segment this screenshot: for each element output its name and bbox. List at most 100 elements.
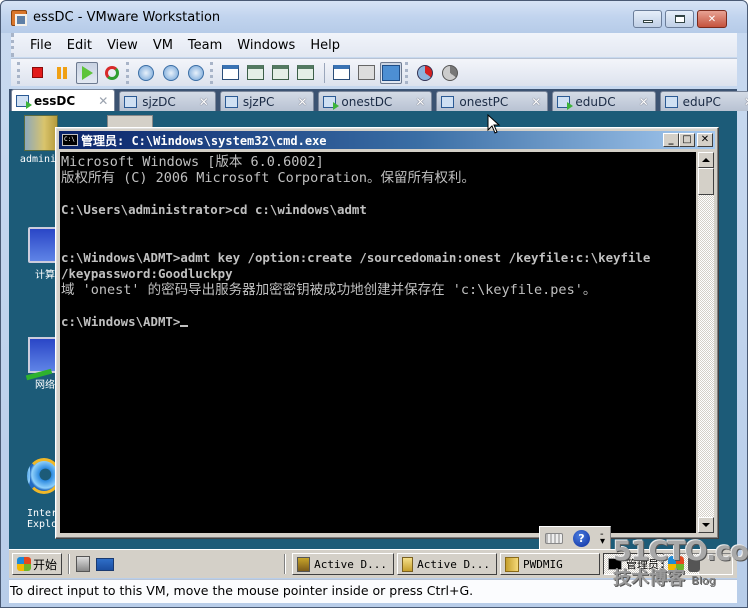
close-button[interactable]: ✕ bbox=[697, 10, 727, 28]
scroll-down-button[interactable] bbox=[698, 517, 714, 533]
console-line: c:\Windows\ADMT>admt key /option:create … bbox=[61, 250, 651, 265]
ad-tools-icon bbox=[297, 556, 311, 572]
close-tab-icon[interactable]: ✕ bbox=[297, 95, 307, 109]
help-icon[interactable]: ? bbox=[572, 529, 590, 547]
unity-button[interactable] bbox=[294, 62, 316, 84]
tab-essdc[interactable]: essDC ✕ bbox=[11, 89, 116, 111]
show-desktop-icon[interactable] bbox=[96, 557, 115, 571]
maximize-button[interactable] bbox=[665, 10, 694, 28]
power-off-icon bbox=[31, 67, 43, 78]
taskbar-button-ad-users[interactable]: Active D... bbox=[397, 553, 498, 575]
guest-desktop[interactable]: adminis 计算 网络 Inter Explo C:\ 管理员: C:\Wi… bbox=[9, 111, 737, 578]
vm-icon bbox=[664, 95, 678, 108]
power-on-icon bbox=[81, 65, 93, 80]
snapshot-manager-button[interactable] bbox=[185, 62, 207, 84]
vm-icon bbox=[124, 95, 138, 108]
taskbar-separator bbox=[68, 554, 71, 574]
menu-view[interactable]: View bbox=[107, 38, 138, 53]
cmd-window[interactable]: C:\ 管理员: C:\Windows\system32\cmd.exe _ □… bbox=[55, 127, 719, 539]
tray-network-icon[interactable] bbox=[688, 556, 700, 572]
close-tab-icon[interactable]: ✕ bbox=[639, 95, 649, 109]
toolbar-grip[interactable] bbox=[210, 61, 213, 84]
power-off-button[interactable] bbox=[26, 62, 48, 84]
tab-sjzdc[interactable]: sjzDC ✕ bbox=[119, 91, 216, 111]
taskbar-button-ad-tools[interactable]: Active D... bbox=[292, 553, 395, 575]
tab-label: eduDC bbox=[575, 94, 616, 109]
appliance-view-button[interactable] bbox=[380, 61, 402, 84]
title-bar[interactable]: essDC - VMware Workstation ✕ bbox=[1, 1, 747, 33]
take-snapshot-button[interactable] bbox=[135, 62, 157, 84]
console-view-button[interactable] bbox=[330, 62, 352, 84]
tab-label: eduPC bbox=[682, 94, 721, 109]
tab-onestdc[interactable]: onestDC ✕ bbox=[318, 91, 433, 111]
replay-button[interactable] bbox=[439, 62, 461, 84]
toolbar-grip[interactable] bbox=[17, 61, 20, 84]
take-snapshot-icon bbox=[138, 64, 154, 81]
taskbar-button-pwdmig[interactable]: PWDMIG bbox=[500, 553, 601, 575]
tab-sjzpc[interactable]: sjzPC ✕ bbox=[219, 91, 315, 111]
tab-onestpc[interactable]: onestPC ✕ bbox=[436, 91, 549, 111]
start-button[interactable]: 开始 bbox=[12, 553, 63, 575]
vm-running-icon bbox=[557, 95, 574, 110]
power-on-button[interactable] bbox=[76, 61, 98, 84]
console-view-icon bbox=[332, 65, 350, 80]
quick-switch-icon bbox=[246, 65, 264, 80]
quick-switch-button[interactable] bbox=[244, 62, 266, 84]
replay-icon bbox=[442, 64, 458, 81]
summary-view-button[interactable] bbox=[355, 62, 377, 84]
folder-icon bbox=[505, 556, 520, 572]
record-button[interactable] bbox=[414, 62, 436, 84]
scroll-thumb[interactable] bbox=[698, 168, 714, 195]
ad-users-icon bbox=[402, 556, 414, 572]
cmd-vertical-scrollbar[interactable] bbox=[698, 152, 714, 533]
user-folder-icon bbox=[24, 115, 58, 151]
reset-button[interactable] bbox=[101, 62, 123, 84]
menu-windows[interactable]: Windows bbox=[237, 38, 295, 53]
cmd-window-controls: _ □ ✕ bbox=[663, 133, 713, 147]
menu-bar: File Edit View VM Team Windows Help bbox=[11, 33, 737, 57]
minimize-button[interactable] bbox=[633, 10, 662, 28]
taskbar-button-label: Active D... bbox=[314, 557, 388, 571]
close-tab-icon[interactable]: ✕ bbox=[98, 94, 108, 108]
suspend-button[interactable] bbox=[51, 62, 73, 84]
revert-snapshot-button[interactable] bbox=[160, 62, 182, 84]
tray-app-icon[interactable] bbox=[668, 556, 684, 572]
cmd-console[interactable]: Microsoft Windows [版本 6.0.6002] 版权所有 (C)… bbox=[60, 152, 696, 533]
maximize-icon bbox=[674, 15, 685, 23]
more-options-icon[interactable]: - ▾ bbox=[600, 530, 605, 547]
show-sidebar-button[interactable] bbox=[219, 62, 241, 84]
menu-team[interactable]: Team bbox=[188, 38, 222, 53]
taskbar-button-label: PWDMIG bbox=[523, 557, 563, 571]
cmd-title-bar[interactable]: C:\ 管理员: C:\Windows\system32\cmd.exe _ □… bbox=[59, 131, 715, 149]
minimize-icon bbox=[642, 20, 653, 23]
close-tab-icon[interactable]: ✕ bbox=[199, 95, 209, 109]
tab-edudc[interactable]: eduDC ✕ bbox=[552, 91, 656, 111]
scroll-up-button[interactable] bbox=[698, 152, 714, 168]
cmd-minimize-button[interactable]: _ bbox=[663, 133, 679, 147]
window-controls: ✕ bbox=[633, 10, 727, 28]
toolbar-grip[interactable] bbox=[126, 61, 129, 84]
server-manager-icon[interactable] bbox=[76, 556, 91, 572]
toolbar-grip[interactable] bbox=[405, 61, 408, 84]
console-line: 域 'onest' 的密码导出服务器加密密钥被成功地创建并保存在 'c:\key… bbox=[61, 282, 597, 298]
cmd-maximize-button[interactable]: □ bbox=[679, 133, 695, 147]
keyboard-icon[interactable] bbox=[544, 532, 563, 544]
cmd-title: 管理员: C:\Windows\system32\cmd.exe bbox=[81, 133, 327, 148]
tab-label: onestPC bbox=[459, 94, 509, 109]
close-tab-icon[interactable]: ✕ bbox=[531, 95, 541, 109]
full-screen-button[interactable] bbox=[269, 62, 291, 84]
vmware-window: essDC - VMware Workstation ✕ File Edit V… bbox=[0, 0, 748, 608]
tab-edupc[interactable]: eduPC ✕ bbox=[659, 91, 748, 111]
menu-file[interactable]: File bbox=[30, 38, 52, 53]
close-tab-icon[interactable]: ✕ bbox=[744, 95, 748, 109]
menu-help[interactable]: Help bbox=[310, 38, 340, 53]
desktop-icon-label: 计算 bbox=[35, 270, 55, 281]
unity-icon bbox=[296, 65, 314, 80]
menu-vm[interactable]: VM bbox=[153, 38, 173, 53]
vm-icon bbox=[441, 95, 455, 108]
menu-edit[interactable]: Edit bbox=[67, 38, 92, 53]
close-tab-icon[interactable]: ✕ bbox=[415, 95, 425, 109]
cmd-close-button[interactable]: ✕ bbox=[697, 133, 713, 147]
